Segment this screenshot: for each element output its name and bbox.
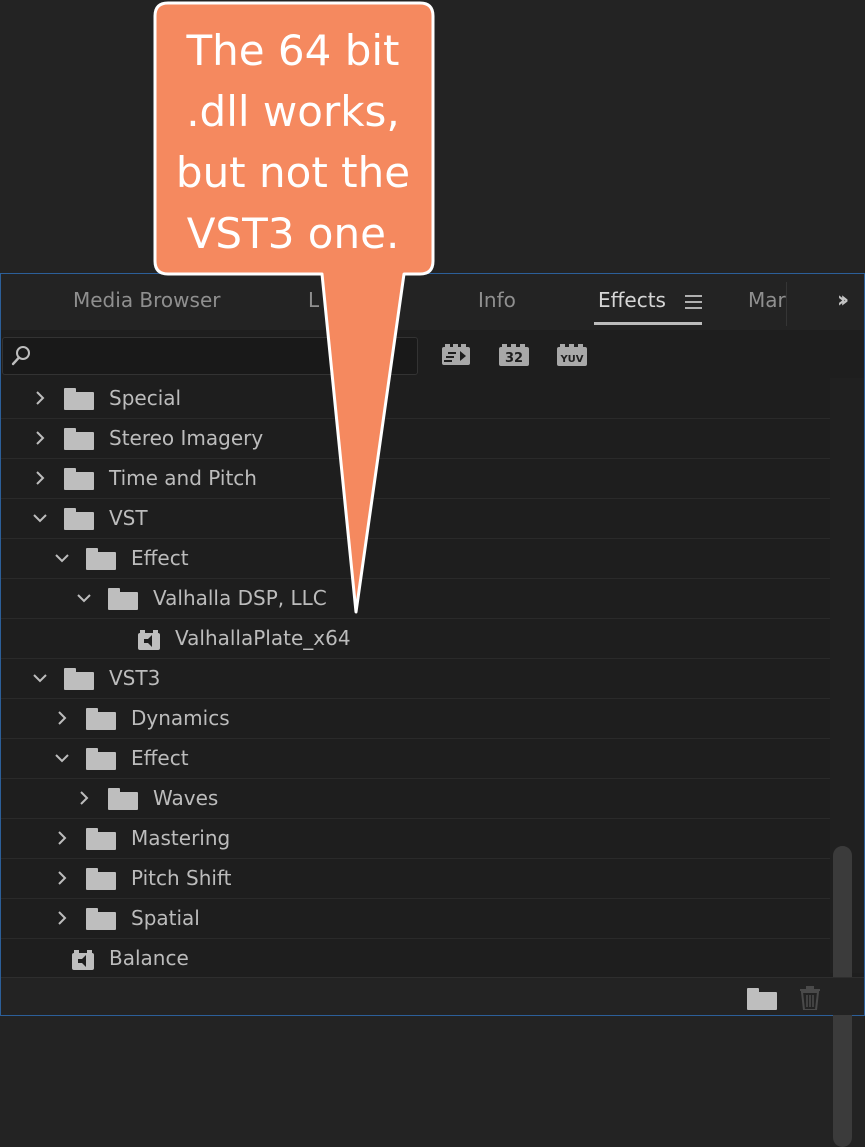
callout-line-2: .dll works, [186, 87, 400, 136]
callout-line-3: but not the [175, 148, 411, 197]
chevron-right-icon[interactable] [31, 389, 49, 407]
tab-effects[interactable]: Effects [598, 288, 666, 312]
chevron-right-icon[interactable] [53, 869, 71, 887]
tree-item-label: Special [109, 386, 182, 410]
tree-folder-row[interactable]: Pitch Shift [1, 858, 830, 899]
folder-icon [86, 868, 116, 890]
chevron-down-icon[interactable] [53, 749, 71, 767]
tree-folder-row[interactable]: Waves [1, 778, 830, 819]
effects-panel: Media Browser L Info Effects Mar ›› 32 Y… [0, 273, 865, 1147]
folder-icon [86, 748, 116, 770]
tab-info[interactable]: Info [478, 288, 516, 312]
panel-tab-bar: Media Browser L Info Effects Mar ›› [1, 274, 864, 330]
tree-item-label: Stereo Imagery [109, 426, 264, 450]
audio-effect-icon [72, 950, 94, 970]
32-bit-effects-icon[interactable]: 32 [498, 343, 530, 367]
tree-folder-row[interactable]: VST3 [1, 658, 830, 699]
chevron-down-icon[interactable] [53, 549, 71, 567]
yuv-effects-icon[interactable]: YUV [556, 343, 588, 367]
callout-line-4: VST3 one. [186, 209, 400, 258]
folder-icon [108, 588, 138, 610]
tab-media-browser[interactable]: Media Browser [73, 288, 220, 312]
tree-folder-row[interactable]: Spatial [1, 898, 830, 939]
tree-item-label: Spatial [131, 906, 200, 930]
folder-icon [86, 828, 116, 850]
tree-folder-row[interactable]: Valhalla DSP, LLC [1, 578, 830, 619]
effects-tree: Special Stereo Imagery Time and Pitch VST Ef… [1, 378, 830, 979]
tab-partially-hidden[interactable]: L [308, 288, 319, 312]
top-empty-area [0, 0, 865, 273]
panel-bottom-bar [1, 977, 864, 1015]
tab-divider [786, 282, 787, 326]
tree-folder-row[interactable]: Dynamics [1, 698, 830, 739]
chevron-right-icon[interactable] [75, 789, 93, 807]
tab-overflow-icon[interactable]: ›› [837, 288, 849, 313]
tree-item-label: Waves [153, 786, 219, 810]
chevron-down-icon[interactable] [75, 589, 93, 607]
folder-icon [108, 788, 138, 810]
tree-effect-row[interactable]: Balance [1, 938, 830, 979]
tab-markers[interactable]: Mar [748, 288, 786, 312]
folder-icon [86, 908, 116, 930]
callout-text: The 64 bit .dll works, but not the VST3 … [157, 20, 429, 264]
accelerated-effects-icon[interactable] [440, 343, 472, 367]
tree-folder-row[interactable]: Stereo Imagery [1, 418, 830, 459]
new-custom-bin-icon[interactable] [747, 988, 777, 1010]
tree-item-label: Balance [109, 946, 189, 970]
tree-item-label: VST [109, 506, 148, 530]
tree-folder-row[interactable]: Time and Pitch [1, 458, 830, 499]
tree-item-label: Dynamics [131, 706, 230, 730]
tree-item-label: VST3 [109, 666, 161, 690]
tree-effect-row[interactable]: ValhallaPlate_x64 [1, 618, 830, 659]
chevron-down-icon[interactable] [31, 669, 49, 687]
chevron-right-icon[interactable] [31, 469, 49, 487]
folder-icon [86, 548, 116, 570]
chevron-right-icon[interactable] [53, 709, 71, 727]
folder-icon [64, 388, 94, 410]
folder-icon [64, 468, 94, 490]
tree-folder-row[interactable]: VST [1, 498, 830, 539]
folder-icon [64, 508, 94, 530]
folder-icon [64, 428, 94, 450]
chevron-right-icon[interactable] [53, 909, 71, 927]
tree-item-label: Effect [131, 546, 189, 570]
search-input[interactable] [35, 338, 409, 374]
tree-item-label: Pitch Shift [131, 866, 232, 890]
chevron-right-icon[interactable] [53, 829, 71, 847]
tree-item-label: Time and Pitch [109, 466, 257, 490]
chevron-down-icon[interactable] [31, 509, 49, 527]
tree-item-label: Valhalla DSP, LLC [153, 586, 327, 610]
callout-line-1: The 64 bit [186, 26, 400, 75]
chevron-right-icon[interactable] [31, 429, 49, 447]
folder-icon [86, 708, 116, 730]
tree-item-label: Effect [131, 746, 189, 770]
tree-folder-row[interactable]: Special [1, 378, 830, 419]
tree-item-label: ValhallaPlate_x64 [175, 626, 351, 650]
active-tab-underline [594, 322, 702, 325]
search-field[interactable] [2, 337, 418, 375]
audio-effect-icon [138, 630, 160, 650]
tree-folder-row[interactable]: Effect [1, 538, 830, 579]
tree-item-label: Mastering [131, 826, 231, 850]
delete-icon[interactable] [799, 986, 821, 1010]
search-icon [11, 346, 30, 366]
folder-icon [64, 668, 94, 690]
32-bit-label: 32 [505, 351, 523, 366]
tree-folder-row[interactable]: Mastering [1, 818, 830, 859]
tree-folder-row[interactable]: Effect [1, 738, 830, 779]
panel-menu-icon[interactable] [685, 295, 702, 310]
yuv-label: YUV [559, 354, 583, 365]
